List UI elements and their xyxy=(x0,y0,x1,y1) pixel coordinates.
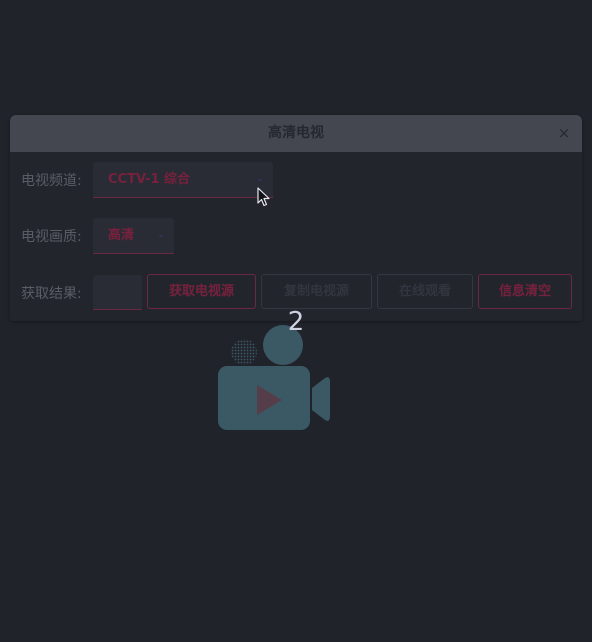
app-screen: 高清电视 × 电视频道: CCTV-1 综合 ⌄ 电视画质: 高清 ⌄ 获取结果… xyxy=(0,0,592,642)
quality-select[interactable]: 高清 ⌄ xyxy=(93,218,174,254)
hd-tv-dialog: 高清电视 × 电视频道: CCTV-1 综合 ⌄ 电视画质: 高清 ⌄ 获取结果… xyxy=(10,115,582,321)
result-label: 获取结果: xyxy=(21,286,82,302)
camera-lens-icon xyxy=(312,377,330,421)
quality-select-value: 高清 xyxy=(108,228,135,243)
chevron-down-icon: ⌄ xyxy=(157,230,165,240)
result-input[interactable] xyxy=(93,275,142,310)
copy-source-button[interactable]: 复制电视源 xyxy=(261,274,372,309)
dialog-titlebar[interactable]: 高清电视 × xyxy=(10,115,582,152)
channel-select-value: CCTV-1 综合 xyxy=(108,172,191,187)
dialog-title: 高清电视 xyxy=(268,125,324,141)
channel-label: 电视频道: xyxy=(21,173,82,189)
mouse-cursor-icon xyxy=(257,187,270,207)
small-reel-icon xyxy=(231,339,257,365)
dots-decoration-icon xyxy=(265,409,283,427)
get-source-button[interactable]: 获取电视源 xyxy=(147,274,256,309)
quality-label: 电视画质: xyxy=(21,229,82,245)
channel-select[interactable]: CCTV-1 综合 ⌄ xyxy=(93,162,273,198)
clear-info-button[interactable]: 信息清空 xyxy=(478,274,572,309)
video-camera-play-icon xyxy=(218,325,330,430)
close-icon[interactable]: × xyxy=(556,123,572,143)
counter-badge: 2 xyxy=(287,307,305,337)
watch-online-button[interactable]: 在线观看 xyxy=(377,274,473,309)
